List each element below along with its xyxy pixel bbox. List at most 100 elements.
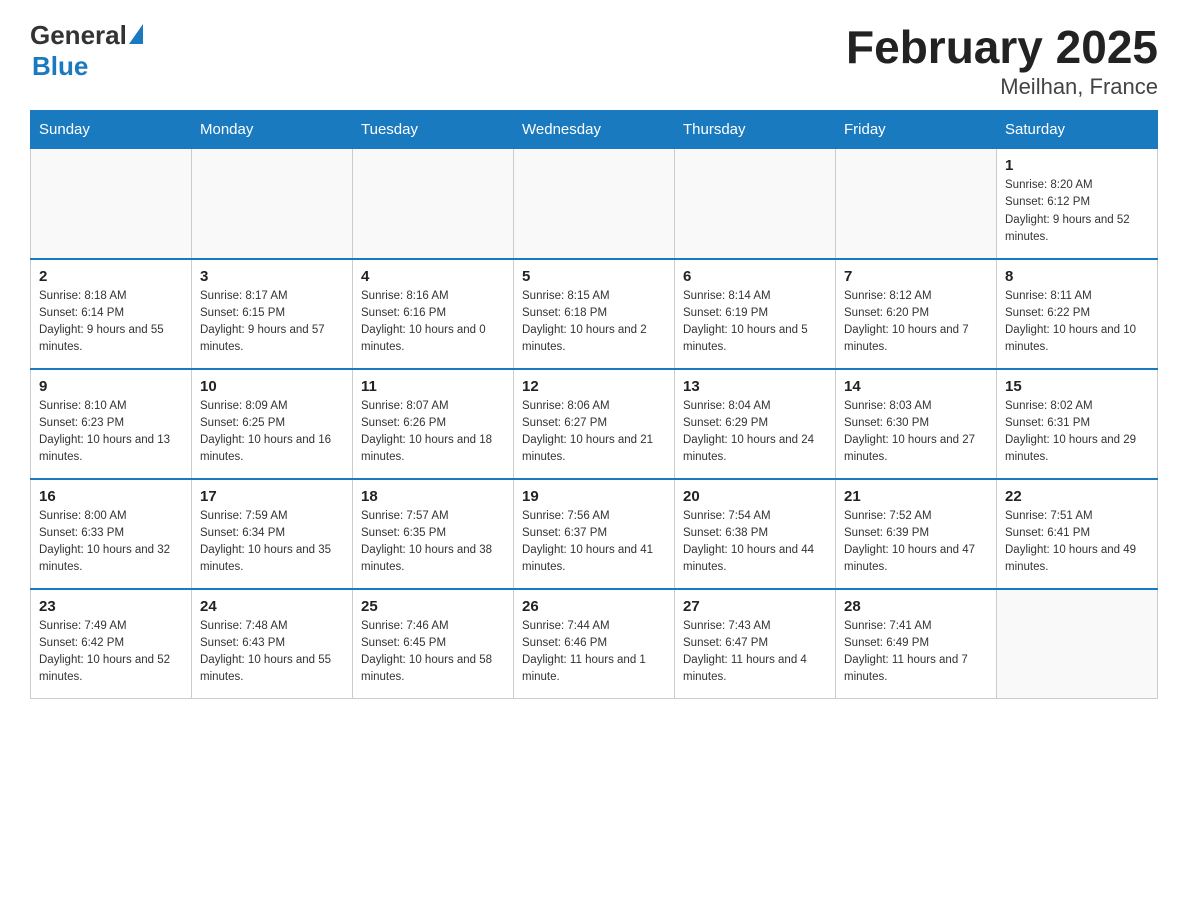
day-number: 21 <box>844 488 988 505</box>
day-info: Sunrise: 8:20 AMSunset: 6:12 PMDaylight:… <box>1005 177 1149 246</box>
day-number: 12 <box>522 378 666 395</box>
logo-blue-text: Blue <box>32 51 88 82</box>
calendar-cell: 20 Sunrise: 7:54 AMSunset: 6:38 PMDayligh… <box>675 479 836 589</box>
calendar-cell <box>192 149 353 259</box>
day-info: Sunrise: 8:02 AMSunset: 6:31 PMDaylight:… <box>1005 398 1149 467</box>
calendar-subtitle: Meilhan, France <box>846 74 1158 100</box>
day-number: 19 <box>522 488 666 505</box>
day-number: 17 <box>200 488 344 505</box>
logo-triangle-icon <box>129 24 143 44</box>
day-number: 9 <box>39 378 183 395</box>
calendar-cell: 1 Sunrise: 8:20 AMSunset: 6:12 PMDaylight… <box>997 149 1158 259</box>
day-number: 25 <box>361 598 505 615</box>
day-number: 4 <box>361 268 505 285</box>
day-number: 7 <box>844 268 988 285</box>
calendar-cell <box>836 149 997 259</box>
calendar-cell: 19Sunrise: 7:56 AMSunset: 6:37 PMDayligh… <box>514 479 675 589</box>
day-info: Sunrise: 7:48 AMSunset: 6:43 PMDaylight:… <box>200 618 344 687</box>
day-number: 15 <box>1005 378 1149 395</box>
day-info: Sunrise: 7:51 AMSunset: 6:41 PMDaylight:… <box>1005 508 1149 577</box>
day-number: 6 <box>683 268 827 285</box>
header-row: SundayMondayTuesdayWednesdayThursdayFrid… <box>31 111 1158 149</box>
calendar-cell: 8Sunrise: 8:11 AMSunset: 6:22 PMDaylight… <box>997 259 1158 369</box>
day-number: 14 <box>844 378 988 395</box>
day-info: Sunrise: 8:03 AMSunset: 6:30 PMDaylight:… <box>844 398 988 467</box>
calendar-title: February 2025 <box>846 20 1158 74</box>
day-info: Sunrise: 7:46 AMSunset: 6:45 PMDaylight:… <box>361 618 505 687</box>
page-header: General Blue February 2025 Meilhan, Fran… <box>30 20 1158 100</box>
calendar-cell: 22 Sunrise: 7:51 AMSunset: 6:41 PMDayligh… <box>997 479 1158 589</box>
day-info: Sunrise: 7:54 AMSunset: 6:38 PMDaylight:… <box>683 508 827 577</box>
day-number: 18 <box>361 488 505 505</box>
day-info: Sunrise: 8:16 AMSunset: 6:16 PMDaylight:… <box>361 288 505 357</box>
day-number: 11 <box>361 378 505 395</box>
calendar-cell: 23Sunrise: 7:49 AMSunset: 6:42 PMDayligh… <box>31 589 192 699</box>
calendar-cell: 6 Sunrise: 8:14 AMSunset: 6:19 PMDaylight… <box>675 259 836 369</box>
calendar-cell <box>514 149 675 259</box>
week-row-4: 23Sunrise: 7:49 AMSunset: 6:42 PMDayligh… <box>31 589 1158 699</box>
day-number: 13 <box>683 378 827 395</box>
calendar-table: SundayMondayTuesdayWednesdayThursdayFrid… <box>30 110 1158 699</box>
day-info: Sunrise: 8:09 AMSunset: 6:25 PMDaylight:… <box>200 398 344 467</box>
logo: General Blue <box>30 20 143 82</box>
calendar-body: 1 Sunrise: 8:20 AMSunset: 6:12 PMDaylight… <box>31 149 1158 699</box>
day-number: 1 <box>1005 157 1149 174</box>
calendar-cell: 5 Sunrise: 8:15 AMSunset: 6:18 PMDaylight… <box>514 259 675 369</box>
calendar-cell: 11 Sunrise: 8:07 AMSunset: 6:26 PMDayligh… <box>353 369 514 479</box>
day-info: Sunrise: 8:15 AMSunset: 6:18 PMDaylight:… <box>522 288 666 357</box>
day-number: 2 <box>39 268 183 285</box>
header-day-sunday: Sunday <box>31 111 192 149</box>
calendar-cell <box>353 149 514 259</box>
calendar-cell <box>31 149 192 259</box>
day-info: Sunrise: 8:18 AMSunset: 6:14 PMDaylight:… <box>39 288 183 357</box>
day-info: Sunrise: 7:44 AMSunset: 6:46 PMDaylight:… <box>522 618 666 687</box>
day-info: Sunrise: 8:00 AMSunset: 6:33 PMDaylight:… <box>39 508 183 577</box>
calendar-cell: 16 Sunrise: 8:00 AMSunset: 6:33 PMDayligh… <box>31 479 192 589</box>
day-info: Sunrise: 8:07 AMSunset: 6:26 PMDaylight:… <box>361 398 505 467</box>
day-info: Sunrise: 7:52 AMSunset: 6:39 PMDaylight:… <box>844 508 988 577</box>
day-info: Sunrise: 8:06 AMSunset: 6:27 PMDaylight:… <box>522 398 666 467</box>
calendar-cell: 17 Sunrise: 7:59 AMSunset: 6:34 PMDayligh… <box>192 479 353 589</box>
header-day-friday: Friday <box>836 111 997 149</box>
day-info: Sunrise: 8:11 AMSunset: 6:22 PMDaylight:… <box>1005 288 1149 357</box>
day-info: Sunrise: 8:14 AMSunset: 6:19 PMDaylight:… <box>683 288 827 357</box>
calendar-cell: 7 Sunrise: 8:12 AMSunset: 6:20 PMDaylight… <box>836 259 997 369</box>
calendar-cell: 24 Sunrise: 7:48 AMSunset: 6:43 PMDayligh… <box>192 589 353 699</box>
calendar-cell: 15 Sunrise: 8:02 AMSunset: 6:31 PMDayligh… <box>997 369 1158 479</box>
day-number: 5 <box>522 268 666 285</box>
day-info: Sunrise: 7:49 AMSunset: 6:42 PMDaylight:… <box>39 618 183 687</box>
day-number: 22 <box>1005 488 1149 505</box>
week-row-1: 2 Sunrise: 8:18 AMSunset: 6:14 PMDaylight… <box>31 259 1158 369</box>
day-info: Sunrise: 7:43 AMSunset: 6:47 PMDaylight:… <box>683 618 827 687</box>
week-row-0: 1 Sunrise: 8:20 AMSunset: 6:12 PMDaylight… <box>31 149 1158 259</box>
day-info: Sunrise: 7:41 AMSunset: 6:49 PMDaylight:… <box>844 618 988 687</box>
calendar-cell: 14 Sunrise: 8:03 AMSunset: 6:30 PMDayligh… <box>836 369 997 479</box>
calendar-cell: 13 Sunrise: 8:04 AMSunset: 6:29 PMDayligh… <box>675 369 836 479</box>
day-number: 20 <box>683 488 827 505</box>
day-info: Sunrise: 7:59 AMSunset: 6:34 PMDaylight:… <box>200 508 344 577</box>
calendar-cell: 9 Sunrise: 8:10 AMSunset: 6:23 PMDaylight… <box>31 369 192 479</box>
day-number: 16 <box>39 488 183 505</box>
day-number: 3 <box>200 268 344 285</box>
header-day-monday: Monday <box>192 111 353 149</box>
calendar-cell: 21 Sunrise: 7:52 AMSunset: 6:39 PMDayligh… <box>836 479 997 589</box>
day-number: 24 <box>200 598 344 615</box>
header-day-tuesday: Tuesday <box>353 111 514 149</box>
calendar-cell: 10 Sunrise: 8:09 AMSunset: 6:25 PMDayligh… <box>192 369 353 479</box>
day-info: Sunrise: 7:57 AMSunset: 6:35 PMDaylight:… <box>361 508 505 577</box>
day-number: 28 <box>844 598 988 615</box>
calendar-cell <box>675 149 836 259</box>
day-info: Sunrise: 8:12 AMSunset: 6:20 PMDaylight:… <box>844 288 988 357</box>
header-day-wednesday: Wednesday <box>514 111 675 149</box>
calendar-cell <box>997 589 1158 699</box>
calendar-cell: 12 Sunrise: 8:06 AMSunset: 6:27 PMDayligh… <box>514 369 675 479</box>
title-block: February 2025 Meilhan, France <box>846 20 1158 100</box>
day-info: Sunrise: 8:10 AMSunset: 6:23 PMDaylight:… <box>39 398 183 467</box>
calendar-cell: 2 Sunrise: 8:18 AMSunset: 6:14 PMDaylight… <box>31 259 192 369</box>
day-number: 27 <box>683 598 827 615</box>
day-info: Sunrise: 8:04 AMSunset: 6:29 PMDaylight:… <box>683 398 827 467</box>
day-number: 26 <box>522 598 666 615</box>
day-number: 10 <box>200 378 344 395</box>
calendar-header: SundayMondayTuesdayWednesdayThursdayFrid… <box>31 111 1158 149</box>
header-day-saturday: Saturday <box>997 111 1158 149</box>
